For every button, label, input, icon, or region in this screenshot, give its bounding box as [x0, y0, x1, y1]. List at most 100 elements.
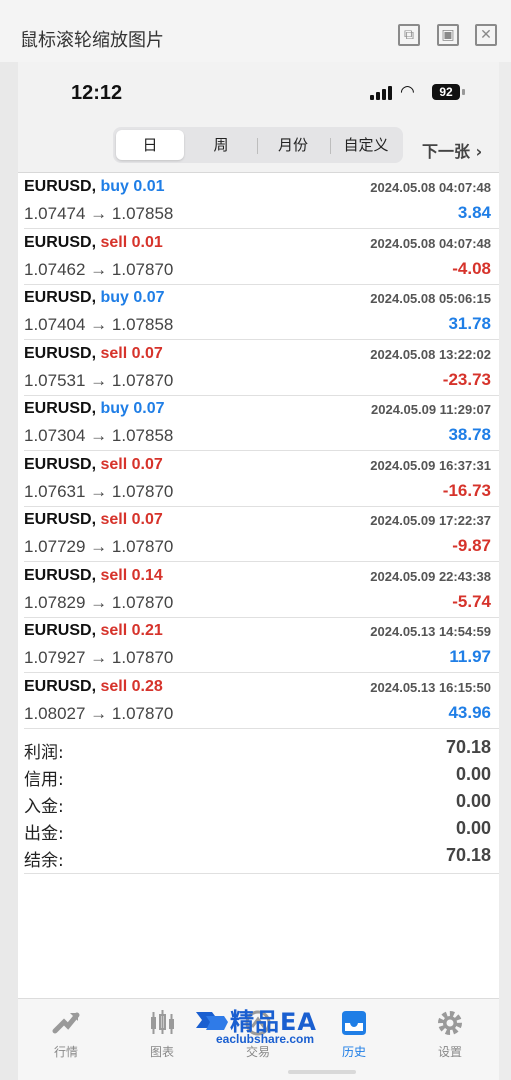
deal-symbol: EURUSD, sell 0.01 [24, 234, 163, 252]
deal-prices: 1.07304 → 1.07858 [24, 426, 174, 445]
deal-symbol-text: EURUSD, [24, 511, 97, 528]
watermark: 精品EA eaclubshare.com [194, 1002, 344, 1052]
deal-time: 2024.05.08 05:06:15 [370, 291, 491, 306]
deal-row[interactable]: EURUSD, buy 0.01 2024.05.08 04:07:48 1.074… [24, 173, 499, 229]
summary-label: 信用: [24, 770, 64, 790]
deal-profit: -9.87 [452, 536, 491, 555]
deal-profit: -16.73 [442, 480, 491, 500]
tab-custom[interactable]: 自定义 [332, 130, 400, 160]
status-bar: 12:12 ◠ 92 [18, 62, 499, 122]
deal-symbol: EURUSD, sell 0.07 [24, 511, 163, 529]
deal-row[interactable]: EURUSD, buy 0.07 2024.05.09 11:29:07 1.073… [24, 395, 499, 451]
watermark-subtitle: eaclubshare.com [216, 1032, 315, 1046]
deal-profit: 31.78 [448, 314, 491, 333]
phone-screenshot: 12:12 ◠ 92 日 周 月份 自定义 下一张 › EURUSD, buy … [18, 62, 499, 1080]
deal-prices: 1.07474 → 1.07858 [24, 204, 174, 223]
tab-week[interactable]: 周 [187, 130, 255, 160]
deal-prices: 1.07829 → 1.07870 [24, 592, 174, 612]
cellular-signal-icon [370, 86, 392, 100]
deal-profit: 38.78 [448, 425, 491, 444]
deal-prices: 1.08027 → 1.07870 [24, 703, 174, 723]
deal-time: 2024.05.13 16:15:50 [370, 679, 491, 695]
deal-symbol-text: EURUSD, [24, 677, 97, 695]
deal-symbol-text: EURUSD, [24, 233, 97, 251]
chart-icon [151, 1010, 174, 1034]
battery-tip [462, 89, 465, 95]
period-segmented-control: 日 周 月份 自定义 [113, 127, 403, 163]
fit-window-icon[interactable]: ▣ [437, 24, 459, 46]
deal-symbol: EURUSD, sell 0.21 [24, 622, 163, 640]
watermark-logo-icon [196, 1012, 228, 1030]
deal-profit: -23.73 [442, 369, 491, 389]
summary-value: 0.00 [455, 791, 491, 811]
deal-volume: sell 0.07 [100, 455, 163, 473]
summary-value: 70.18 [445, 737, 491, 757]
deal-volume: sell 0.07 [100, 511, 163, 528]
summary-label: 入金: [24, 797, 64, 817]
deal-symbol-text: EURUSD, [24, 289, 97, 306]
deal-row[interactable]: EURUSD, sell 0.14 2024.05.09 22:43:38 1.07… [24, 562, 499, 618]
deal-symbol: EURUSD, sell 0.28 [24, 678, 163, 696]
deal-prices: 1.07927 → 1.07870 [24, 648, 174, 667]
deal-profit: 43.96 [448, 702, 491, 722]
deal-row[interactable]: EURUSD, sell 0.07 2024.05.08 13:22:02 1.07… [24, 340, 499, 396]
deal-symbol-text: EURUSD, [24, 178, 97, 195]
deal-volume: sell 0.28 [100, 677, 163, 695]
nav-quotes[interactable]: 行情 [18, 999, 114, 1080]
background-left-edge [0, 62, 18, 1080]
background-right-edge [499, 62, 511, 1080]
summary-value: 70.18 [445, 845, 491, 865]
deal-row[interactable]: EURUSD, sell 0.01 2024.05.08 04:07:48 1.07… [24, 229, 499, 285]
next-image-button[interactable]: 下一张 › [422, 138, 482, 162]
status-time: 12:12 [71, 82, 123, 104]
deal-prices: 1.07631 → 1.07870 [24, 481, 174, 501]
deal-time: 2024.05.09 22:43:38 [370, 568, 491, 584]
open-external-icon[interactable]: ⧉ [398, 24, 420, 46]
deal-symbol: EURUSD, sell 0.07 [24, 456, 163, 474]
deal-symbol-text: EURUSD, [24, 400, 97, 417]
deal-volume: sell 0.14 [100, 566, 163, 584]
deal-volume: buy 0.07 [100, 289, 165, 306]
deal-volume: buy 0.01 [100, 178, 165, 195]
deal-profit: -5.74 [452, 591, 491, 611]
deal-time: 2024.05.08 04:07:48 [370, 180, 491, 195]
deal-symbol: EURUSD, buy 0.01 [24, 178, 165, 196]
deal-row[interactable]: EURUSD, sell 0.21 2024.05.13 14:54:59 1.07… [24, 617, 499, 673]
deal-volume: sell 0.07 [100, 344, 163, 362]
deal-symbol: EURUSD, sell 0.14 [24, 567, 163, 585]
tab-divider [330, 138, 331, 154]
tab-month[interactable]: 月份 [259, 130, 327, 160]
summary-label: 出金: [24, 824, 64, 844]
deal-volume: sell 0.21 [100, 622, 163, 639]
deal-volume: sell 0.01 [100, 233, 163, 251]
summary-row-credit: 信用: 0.00 [24, 761, 499, 790]
deal-prices: 1.07729 → 1.07870 [24, 537, 174, 556]
deal-row[interactable]: EURUSD, sell 0.07 2024.05.09 17:22:37 1.07… [24, 506, 499, 562]
deal-row[interactable]: EURUSD, buy 0.07 2024.05.08 05:06:15 1.074… [24, 284, 499, 340]
deal-row[interactable]: EURUSD, sell 0.28 2024.05.13 16:15:50 1.08… [24, 673, 499, 729]
wifi-icon: ◠ [400, 82, 415, 102]
summary-value: 0.00 [455, 818, 491, 838]
deal-symbol: EURUSD, buy 0.07 [24, 289, 165, 307]
deal-time: 2024.05.09 16:37:31 [370, 457, 491, 473]
deal-time: 2024.05.09 17:22:37 [370, 513, 491, 528]
period-tabs-bar: 日 周 月份 自定义 下一张 › [18, 122, 499, 172]
deal-profit: 11.97 [449, 647, 491, 666]
tab-divider [257, 138, 258, 154]
summary-label: 利润: [24, 743, 64, 763]
deal-profit: -4.08 [452, 258, 491, 278]
viewer-title: 鼠标滚轮缩放图片 [20, 30, 164, 51]
deal-symbol-text: EURUSD, [24, 622, 97, 639]
nav-label: 设置 [437, 1045, 462, 1059]
close-icon[interactable]: ✕ [475, 24, 497, 46]
nav-settings[interactable]: 设置 [402, 999, 498, 1080]
deal-volume: buy 0.07 [100, 400, 165, 417]
deal-profit: 3.84 [457, 203, 491, 222]
deal-symbol: EURUSD, sell 0.07 [24, 345, 163, 363]
deal-symbol-text: EURUSD, [24, 344, 97, 362]
tab-day[interactable]: 日 [116, 130, 184, 160]
summary-value: 0.00 [455, 764, 491, 784]
nav-label: 行情 [53, 1045, 78, 1059]
deal-time: 2024.05.09 11:29:07 [371, 402, 491, 417]
deal-row[interactable]: EURUSD, sell 0.07 2024.05.09 16:37:31 1.07… [24, 451, 499, 507]
